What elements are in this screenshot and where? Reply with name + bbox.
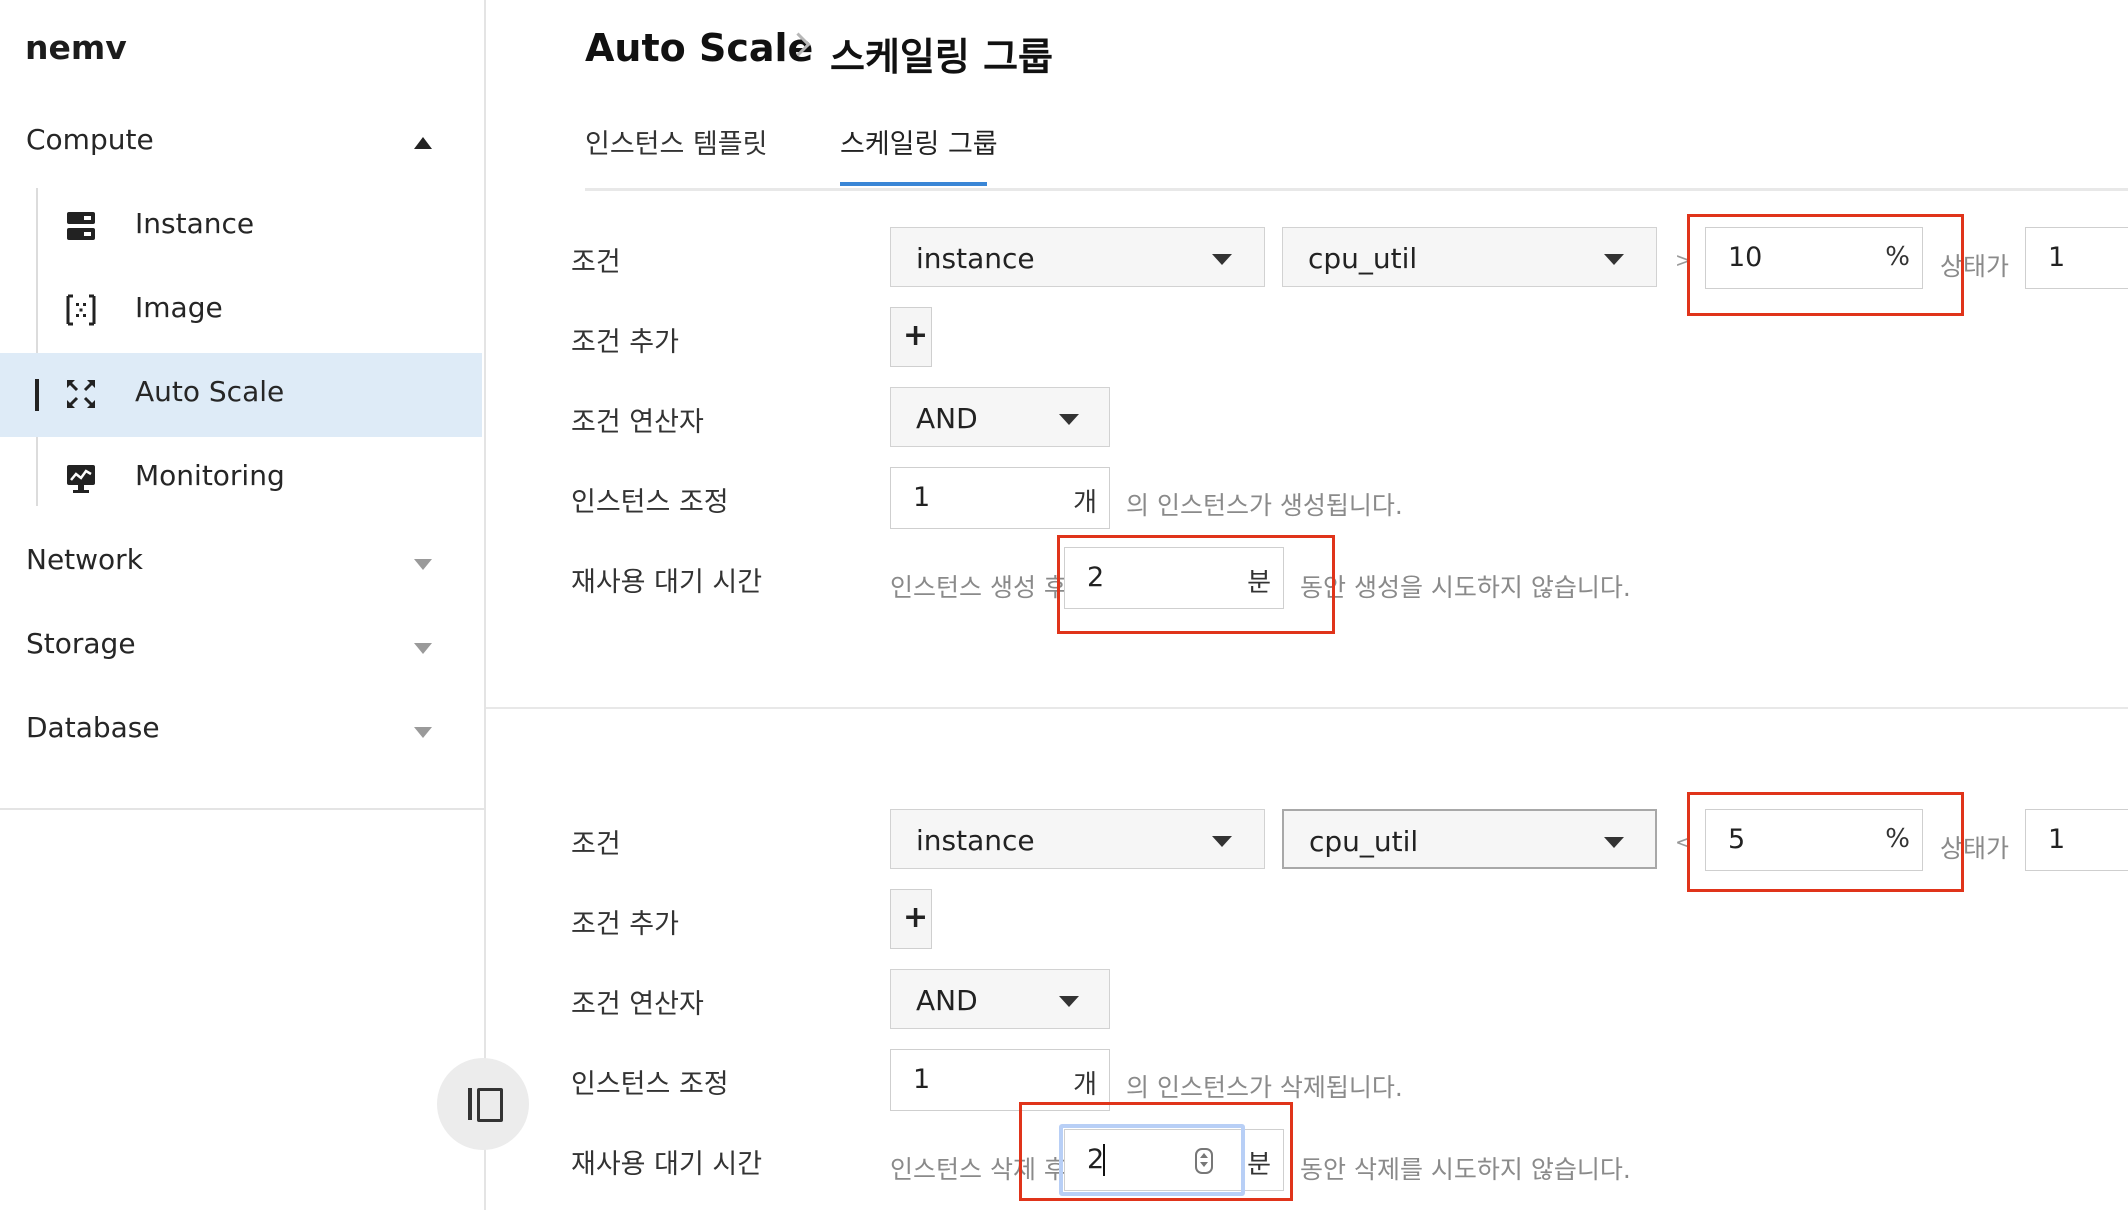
operator-select[interactable]: AND (890, 969, 1110, 1029)
select-value: cpu_util (1308, 242, 1418, 275)
dropdown-arrow-icon (1604, 837, 1624, 848)
breadcrumb-current: 스케일링 그룹 (830, 35, 1053, 79)
dropdown-arrow-icon (1059, 996, 1079, 1007)
sidebar: nemv Compute Instance Image Auto Scale M… (0, 0, 486, 1210)
metric-select[interactable]: cpu_util (1282, 227, 1657, 287)
sidebar-section-compute[interactable]: Compute (0, 101, 484, 185)
instance-adjust-label: 인스턴스 조정 (571, 1069, 729, 1100)
sidebar-divider (0, 808, 484, 810)
adjust-description: 의 인스턴스가 생성됩니다. (1126, 491, 1403, 520)
unit-label: 개 (1073, 488, 1097, 518)
caret-down-icon (414, 643, 432, 654)
cooldown-label: 재사용 대기 시간 (571, 567, 763, 598)
select-value: cpu_util (1309, 825, 1419, 858)
plus-icon: + (903, 900, 929, 935)
sidebar-section-label: Compute (26, 123, 154, 156)
add-condition-button[interactable]: + (890, 307, 932, 367)
monitor-chart-icon (64, 461, 98, 495)
caret-down-icon (414, 727, 432, 738)
instance-adjust-label: 인스턴스 조정 (571, 487, 729, 518)
sidebar-section-storage[interactable]: Storage (0, 605, 484, 689)
tab-bar: 인스턴스 템플릿 스케일링 그룹 (585, 122, 2128, 191)
input-value: 1 (913, 1064, 931, 1095)
highlight-box (1019, 1102, 1293, 1201)
caret-down-icon (414, 559, 432, 570)
select-value: instance (916, 824, 1035, 857)
highlight-box (1687, 214, 1964, 316)
input-value: 1 (2048, 242, 2066, 273)
sidebar-item-label: Image (135, 291, 223, 324)
sidebar-section-label: Database (26, 711, 160, 744)
sidebar-item-image[interactable]: Image (0, 269, 482, 353)
tab-scaling-group[interactable]: 스케일링 그룹 (840, 122, 998, 161)
tab-active-underline (840, 182, 987, 186)
sidebar-item-label: Instance (135, 207, 255, 240)
expand-arrows-icon (64, 377, 98, 411)
tab-instance-template[interactable]: 인스턴스 템플릿 (585, 122, 767, 161)
add-condition-button[interactable]: + (890, 889, 932, 949)
collapse-sidebar-icon-frame (477, 1088, 503, 1122)
resource-select[interactable]: instance (890, 809, 1265, 869)
select-value: AND (916, 402, 978, 435)
unit-label: 개 (1073, 1070, 1097, 1100)
sidebar-item-monitoring[interactable]: Monitoring (0, 437, 482, 521)
sidebar-section-network[interactable]: Network (0, 521, 484, 605)
condition-label: 조건 (571, 829, 621, 860)
condition-operator-label: 조건 연산자 (571, 407, 704, 438)
condition-label: 조건 (571, 247, 621, 278)
metric-select[interactable]: cpu_util (1282, 809, 1657, 869)
select-value: instance (916, 242, 1035, 275)
plus-icon: + (903, 318, 929, 353)
dropdown-arrow-icon (1212, 836, 1232, 847)
resource-select[interactable]: instance (890, 227, 1265, 287)
operator-select[interactable]: AND (890, 387, 1110, 447)
adjust-description: 의 인스턴스가 삭제됩니다. (1126, 1073, 1403, 1102)
sidebar-section-label: Storage (26, 627, 136, 660)
sidebar-item-label: Auto Scale (135, 375, 285, 408)
add-condition-label: 조건 추가 (571, 327, 679, 358)
brand-logo[interactable]: nemv (25, 28, 127, 67)
condition-operator-label: 조건 연산자 (571, 989, 704, 1020)
adjust-count-input[interactable]: 1 개 (890, 467, 1110, 529)
input-value: 1 (913, 482, 931, 513)
caret-up-icon (414, 137, 432, 149)
sidebar-section-label: Network (26, 543, 143, 576)
select-value: AND (916, 984, 978, 1017)
highlight-box (1687, 792, 1964, 892)
sidebar-collapse-button[interactable] (437, 1058, 529, 1150)
sidebar-item-label: Monitoring (135, 459, 285, 492)
cooldown-prefix: 인스턴스 생성 후 (890, 573, 1067, 602)
sidebar-section-database[interactable]: Database (0, 689, 484, 773)
image-icon (64, 293, 98, 327)
active-indicator (35, 379, 39, 411)
add-condition-label: 조건 추가 (571, 909, 679, 940)
sidebar-item-auto-scale[interactable]: Auto Scale (0, 353, 482, 437)
sidebar-item-instance[interactable]: Instance (0, 185, 482, 269)
breadcrumb: Auto Scale 스케일링 그룹 (585, 26, 1053, 79)
dropdown-arrow-icon (1059, 414, 1079, 425)
policy-divider (486, 707, 2128, 709)
cooldown-suffix: 동안 삭제를 시도하지 않습니다. (1300, 1155, 1631, 1184)
highlight-box (1057, 535, 1335, 634)
server-icon (64, 209, 98, 243)
duration-input[interactable]: 1 (2025, 227, 2128, 289)
dropdown-arrow-icon (1212, 254, 1232, 265)
breadcrumb-parent[interactable]: Auto Scale (585, 26, 813, 70)
cooldown-label: 재사용 대기 시간 (571, 1149, 763, 1180)
cooldown-suffix: 동안 생성을 시도하지 않습니다. (1300, 573, 1631, 602)
dropdown-arrow-icon (1604, 254, 1624, 265)
duration-input[interactable]: 1 (2025, 809, 2128, 871)
collapse-sidebar-icon (468, 1088, 472, 1120)
input-value: 1 (2048, 824, 2066, 855)
